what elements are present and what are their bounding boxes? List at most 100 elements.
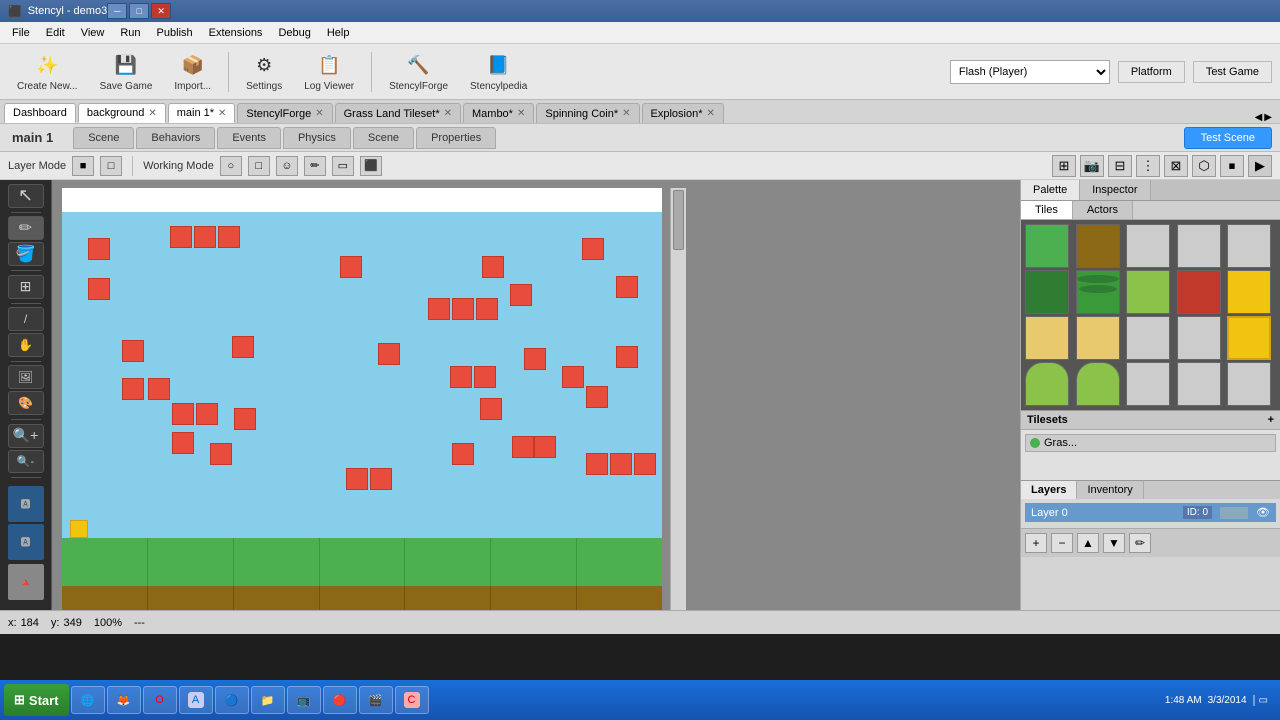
tab-inspector[interactable]: Inspector [1080,180,1150,200]
tile-cell[interactable] [1126,362,1170,406]
tab-spinning-coin[interactable]: Spinning Coin* ✕ [536,103,639,123]
tab-background[interactable]: Scene [353,127,414,149]
tile-cell[interactable] [1126,270,1170,314]
tab-dashboard[interactable]: Dashboard [4,103,76,123]
menu-edit[interactable]: Edit [38,25,73,41]
taskbar-item-cinema[interactable]: 🎬 [359,686,393,714]
taskbar-item-opera[interactable]: O [143,686,177,714]
working-mode-btn5[interactable]: ▭ [332,156,354,176]
working-mode-btn2[interactable]: □ [248,156,270,176]
taskbar-item-firefox[interactable]: 🦊 [107,686,141,714]
tab-next-icon[interactable]: ▶ [1264,112,1272,123]
tile-cell[interactable] [1227,224,1271,268]
tile-cell[interactable] [1177,316,1221,360]
zoom-out-btn[interactable]: 🔍- [8,450,44,474]
tile-cell[interactable] [1076,362,1120,406]
tab-properties[interactable]: Properties [416,127,496,149]
working-mode-btn1[interactable]: ○ [220,156,242,176]
tile-cell[interactable] [1025,316,1069,360]
pencil-tool-btn[interactable]: ✏ [8,216,44,240]
tile-cell[interactable] [1227,316,1271,360]
stencylpedia-button[interactable]: 📘 Stencylpedia [461,46,536,97]
move-tool-btn[interactable]: ✋ [8,333,44,357]
amazon-icon[interactable]: 🅰 [8,486,44,522]
menu-extensions[interactable]: Extensions [201,25,271,41]
image-tool-btn[interactable]: 🖼 [8,365,44,389]
amazon2-icon[interactable]: 🅰 [8,524,44,560]
tileset-item[interactable]: Gras... [1025,434,1276,452]
tab-actors[interactable]: Actors [1073,201,1133,219]
dots-btn[interactable]: ⋮ [1136,155,1160,177]
tab-layers[interactable]: Layers [1021,481,1077,499]
tab-spinning-coin-close[interactable]: ✕ [622,108,630,119]
tab-grassland[interactable]: Grass Land Tileset* ✕ [335,103,461,123]
save-game-button[interactable]: 💾 Save Game [91,46,162,97]
flash-player-select[interactable]: Flash (Player) [950,60,1110,84]
grid2-btn[interactable]: ⊟ [1108,155,1132,177]
test-scene-button[interactable]: Test Scene [1184,127,1272,149]
taskbar-item-chrome[interactable]: 🔵 [215,686,249,714]
tab-physics[interactable]: Physics [283,127,351,149]
tab-mambo-close[interactable]: ✕ [517,108,525,119]
stop-btn[interactable]: ⏹ [1220,155,1244,177]
tab-events[interactable]: Events [217,127,281,149]
menu-view[interactable]: View [73,25,113,41]
show-desktop-icon[interactable]: ▭ [1253,695,1268,706]
tilesets-add-icon[interactable]: + [1268,414,1274,426]
menu-run[interactable]: Run [112,25,148,41]
edit-layer-btn[interactable]: ✏ [1129,533,1151,553]
grid-tool-btn[interactable]: ⊞ [8,275,44,299]
working-mode-btn6[interactable]: ⬛ [360,156,382,176]
menu-publish[interactable]: Publish [149,25,201,41]
test-game-button[interactable]: Test Game [1193,61,1272,83]
layer-mode-rect-btn[interactable]: □ [100,156,122,176]
taskbar-item-red[interactable]: 🔴 [323,686,357,714]
add-layer-btn[interactable]: + [1025,533,1047,553]
layer-item[interactable]: Layer 0 ID: 0 👁 [1025,503,1276,522]
camera-btn[interactable]: 📷 [1080,155,1104,177]
tile-cell[interactable] [1025,270,1069,314]
tab-background[interactable]: background ✕ [78,103,166,123]
log-viewer-button[interactable]: 📋 Log Viewer [295,46,363,97]
menu-debug[interactable]: Debug [270,25,318,41]
maximize-button[interactable]: □ [129,3,149,19]
fill-tool-btn[interactable]: 🪣 [8,242,44,266]
scale-tool-btn[interactable]: / [8,307,44,331]
create-new-button[interactable]: ✨ Create New... [8,46,87,97]
menu-help[interactable]: Help [319,25,358,41]
play-btn[interactable]: ▶ [1248,155,1272,177]
import-button[interactable]: 📦 Import... [165,46,220,97]
start-button[interactable]: ⊞ Start [4,684,69,716]
tile-cell[interactable] [1177,362,1221,406]
tab-palette[interactable]: Palette [1021,180,1080,200]
minimize-button[interactable]: ─ [107,3,127,19]
tab-main1-close[interactable]: ✕ [218,108,226,119]
tab-inventory[interactable]: Inventory [1077,481,1143,499]
taskbar-item-ie[interactable]: 🌐 [71,686,105,714]
tab-scene[interactable]: Scene [73,127,134,149]
scroll-handle-v[interactable] [673,190,684,250]
zoom-in-btn[interactable]: 🔍+ [8,424,44,448]
tab-prev-icon[interactable]: ◀ [1255,112,1263,123]
stencyl-forge-button[interactable]: 🔨 StencylForge [380,46,457,97]
tile-cell[interactable] [1126,224,1170,268]
scrollbar-vertical[interactable] [670,188,686,610]
tile-cell[interactable] [1227,270,1271,314]
remove-layer-btn[interactable]: − [1051,533,1073,553]
taskbar-item-media[interactable]: 📺 [287,686,321,714]
settings-button[interactable]: ⚙ Settings [237,46,291,97]
grid-btn[interactable]: ⊞ [1052,155,1076,177]
tab-explosion[interactable]: Explosion* ✕ [642,103,724,123]
tile-cell[interactable] [1025,362,1069,406]
hex-btn[interactable]: ⬡ [1192,155,1216,177]
tab-stencylforge-close[interactable]: ✕ [315,108,323,119]
taskbar-item-red2[interactable]: C [395,686,429,714]
tab-explosion-close[interactable]: ✕ [707,108,715,119]
platform-button[interactable]: Platform [1118,61,1185,83]
grid3-btn[interactable]: ⊠ [1164,155,1188,177]
tab-mambo[interactable]: Mambo* ✕ [463,103,534,123]
working-mode-btn4[interactable]: ✏ [304,156,326,176]
layer-mode-square-btn[interactable]: ■ [72,156,94,176]
tile-cell[interactable] [1227,362,1271,406]
working-mode-btn3[interactable]: ☺ [276,156,298,176]
